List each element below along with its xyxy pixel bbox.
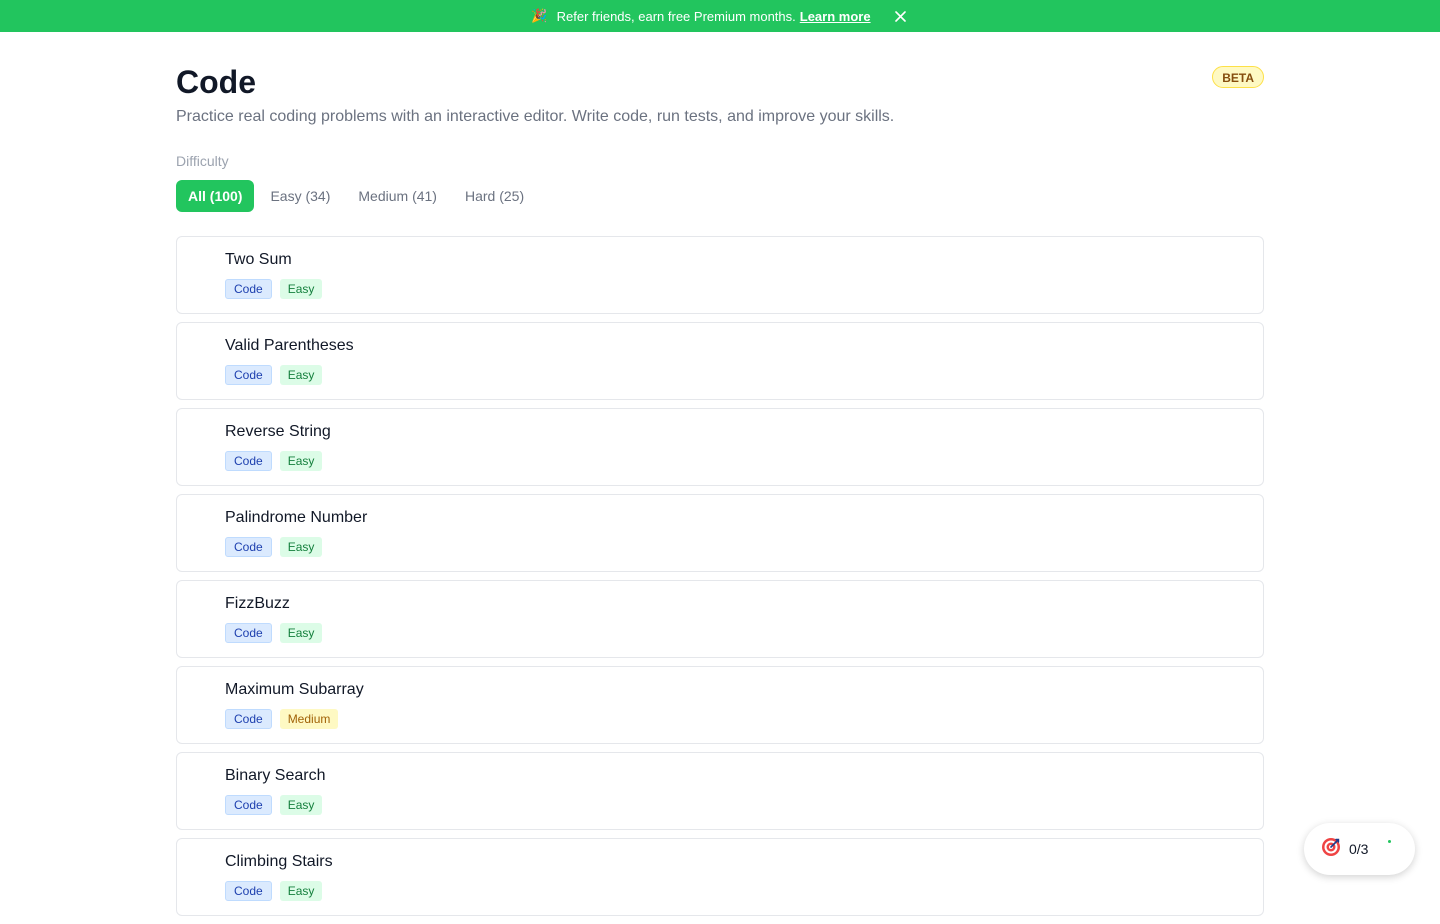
problem-card-reverse-string[interactable]: Reverse String Code Easy (176, 408, 1264, 486)
problem-tags: Code Easy (225, 795, 323, 815)
problem-title: Climbing Stairs (225, 853, 333, 870)
difficulty-tag: Easy (279, 537, 323, 557)
type-tag: Code (225, 365, 272, 385)
problem-title: Binary Search (225, 767, 326, 784)
learn-more-link[interactable]: Learn more (800, 9, 871, 24)
difficulty-tag: Easy (279, 365, 323, 385)
daily-goal-widget[interactable]: 0/3 (1304, 823, 1415, 875)
problem-card-binary-search[interactable]: Binary Search Code Easy (176, 752, 1264, 830)
type-tag: Code (225, 795, 272, 815)
difficulty-tag: Easy (279, 451, 323, 471)
problem-card-maximum-subarray[interactable]: Maximum Subarray Code Medium (176, 666, 1264, 744)
problem-tags: Code Easy (225, 279, 323, 299)
problem-card-climbing-stairs[interactable]: Climbing Stairs Code Easy (176, 838, 1264, 916)
type-tag: Code (225, 623, 272, 643)
tab-all[interactable]: All (100) (176, 180, 255, 212)
progress-indicator-dot (1388, 840, 1391, 843)
type-tag: Code (225, 537, 272, 557)
type-tag: Code (225, 709, 272, 729)
problem-title: Palindrome Number (225, 509, 368, 526)
problem-title: FizzBuzz (225, 595, 290, 612)
type-tag: Code (225, 451, 272, 471)
problem-title: Valid Parentheses (225, 337, 354, 354)
difficulty-tag: Easy (279, 279, 323, 299)
type-tag: Code (225, 881, 272, 901)
page-subtitle: Practice real coding problems with an in… (176, 108, 895, 125)
close-icon[interactable] (893, 8, 909, 24)
tab-medium[interactable]: Medium (41) (346, 180, 449, 212)
difficulty-tag: Easy (279, 795, 323, 815)
problem-tags: Code Medium (225, 709, 339, 729)
difficulty-tag: Easy (279, 623, 323, 643)
problem-tags: Code Easy (225, 451, 323, 471)
type-tag: Code (225, 279, 272, 299)
difficulty-label: Difficulty (176, 153, 229, 169)
problem-card-valid-parentheses[interactable]: Valid Parentheses Code Easy (176, 322, 1264, 400)
page-title: Code (176, 64, 256, 100)
referral-banner: 🎉 Refer friends, earn free Premium month… (0, 0, 1440, 32)
problem-title: Reverse String (225, 423, 331, 440)
target-icon (1321, 837, 1341, 862)
problem-card-palindrome-number[interactable]: Palindrome Number Code Easy (176, 494, 1264, 572)
problem-tags: Code Easy (225, 623, 323, 643)
difficulty-tag: Medium (279, 709, 339, 729)
difficulty-tag: Easy (279, 881, 323, 901)
problem-card-two-sum[interactable]: Two Sum Code Easy (176, 236, 1264, 314)
problem-title: Maximum Subarray (225, 681, 364, 698)
problem-list: Two Sum Code Easy Valid Parentheses Code… (176, 236, 1264, 924)
difficulty-filter-tabs: All (100) Easy (34) Medium (41) Hard (25… (176, 180, 536, 212)
party-popper-icon: 🎉 (531, 8, 548, 23)
problem-card-fizzbuzz[interactable]: FizzBuzz Code Easy (176, 580, 1264, 658)
banner-message: Refer friends, earn free Premium months. (556, 8, 796, 24)
problem-title: Two Sum (225, 251, 292, 268)
beta-badge: BETA (1212, 66, 1264, 88)
problem-tags: Code Easy (225, 537, 323, 557)
tab-easy[interactable]: Easy (34) (258, 180, 342, 212)
tab-hard[interactable]: Hard (25) (453, 180, 536, 212)
goal-progress: 0/3 (1349, 841, 1369, 857)
problem-tags: Code Easy (225, 365, 323, 385)
problem-tags: Code Easy (225, 881, 323, 901)
